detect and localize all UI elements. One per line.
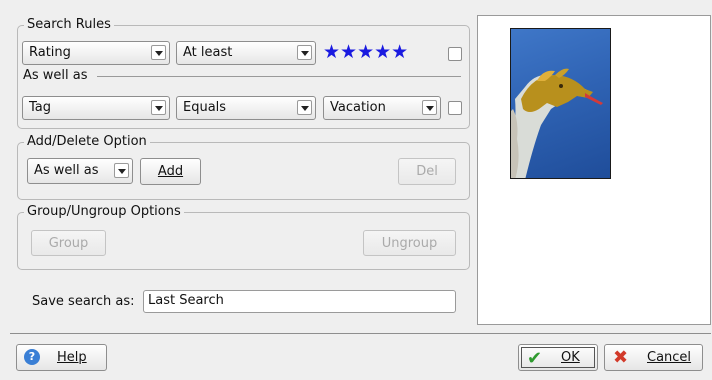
cancel-button[interactable]: ✖ Cancel [604, 344, 703, 371]
rule1-field-value: Rating [29, 45, 71, 60]
dialog-separator [10, 333, 711, 334]
save-search-label: Save search as: [32, 294, 135, 309]
as-well-as-separator [97, 76, 461, 77]
rule2-field-value: Tag [29, 100, 52, 115]
rule1-operator-value: At least [183, 45, 233, 60]
rating-stars[interactable]: ★★★★★ [323, 42, 408, 62]
close-icon: ✖ [613, 347, 629, 368]
dragon-figurehead-icon [511, 68, 603, 178]
search-rules-title: Search Rules [24, 17, 114, 33]
as-well-as-label: As well as [23, 68, 88, 83]
add-delete-title: Add/Delete Option [24, 134, 150, 150]
checkmark-icon: ✔ [527, 348, 543, 369]
ungroup-button-label: Ungroup [381, 236, 438, 251]
group-button-label: Group [48, 236, 89, 251]
del-button-label: Del [416, 164, 438, 179]
del-button[interactable]: Del [398, 158, 456, 185]
preview-pane [477, 15, 711, 325]
chevron-down-icon [297, 100, 312, 115]
connector-value: As well as [34, 163, 99, 178]
help-button-label: Help [57, 350, 87, 365]
chevron-down-icon [114, 163, 129, 178]
connector-combo[interactable]: As well as [27, 158, 133, 184]
add-button[interactable]: Add [140, 158, 201, 185]
help-icon: ? [24, 349, 40, 365]
ok-button[interactable]: ✔ OK [518, 344, 598, 371]
rule2-value-combo[interactable]: Vacation [323, 96, 441, 120]
rule1-field-combo[interactable]: Rating [22, 41, 170, 65]
cancel-button-label: Cancel [647, 350, 692, 365]
rule2-field-combo[interactable]: Tag [22, 96, 170, 120]
save-search-input[interactable] [148, 293, 448, 308]
add-button-label: Add [157, 164, 184, 179]
help-button[interactable]: ? Help [16, 344, 107, 371]
chevron-down-icon [422, 100, 437, 115]
chevron-down-icon [151, 100, 166, 115]
rule2-operator-value: Equals [183, 100, 227, 115]
ok-button-label: OK [561, 350, 580, 365]
chevron-down-icon [297, 45, 312, 60]
rule2-value-value: Vacation [330, 100, 386, 115]
group-ungroup-title: Group/Ungroup Options [24, 204, 184, 220]
rule1-checkbox[interactable] [448, 47, 462, 61]
rule2-operator-combo[interactable]: Equals [176, 96, 316, 120]
group-button[interactable]: Group [31, 230, 106, 256]
rule1-operator-combo[interactable]: At least [176, 41, 316, 65]
save-search-field[interactable] [143, 290, 456, 313]
rule2-checkbox[interactable] [448, 101, 462, 115]
ungroup-button[interactable]: Ungroup [363, 230, 456, 256]
preview-image [510, 28, 611, 179]
chevron-down-icon [151, 45, 166, 60]
